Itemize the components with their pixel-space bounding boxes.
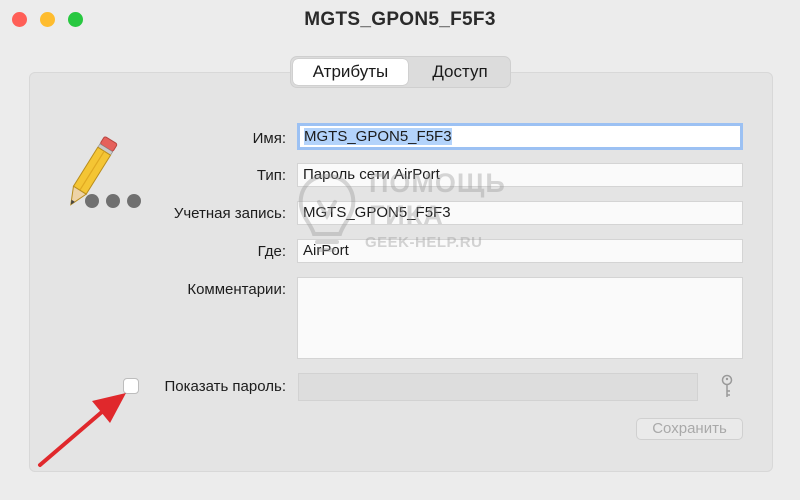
type-label: Тип: [256, 167, 286, 184]
account-field[interactable]: MGTS_GPON5_F5F3 [297, 201, 743, 225]
annotation-arrow [30, 385, 130, 470]
type-field[interactable]: Пароль сети AirPort [297, 163, 743, 187]
account-label: Учетная запись: [173, 205, 286, 222]
name-field[interactable]: MGTS_GPON5_F5F3 [297, 123, 743, 150]
key-icon[interactable] [720, 374, 734, 400]
window-title: MGTS_GPON5_F5F3 [304, 9, 496, 30]
tab-bar: Атрибуты Доступ [290, 56, 511, 88]
tab-attributes[interactable]: Атрибуты [293, 59, 408, 85]
tab-access[interactable]: Доступ [413, 59, 507, 85]
comments-label: Комментарии: [187, 281, 286, 298]
title-bar: MGTS_GPON5_F5F3 [0, 0, 800, 40]
where-label: Где: [257, 243, 286, 260]
name-value: MGTS_GPON5_F5F3 [304, 128, 452, 145]
where-field[interactable]: AirPort [297, 239, 743, 263]
password-field [298, 373, 698, 401]
save-button[interactable]: Сохранить [636, 418, 743, 440]
comments-textarea[interactable] [297, 277, 743, 359]
name-label: Имя: [252, 130, 286, 147]
